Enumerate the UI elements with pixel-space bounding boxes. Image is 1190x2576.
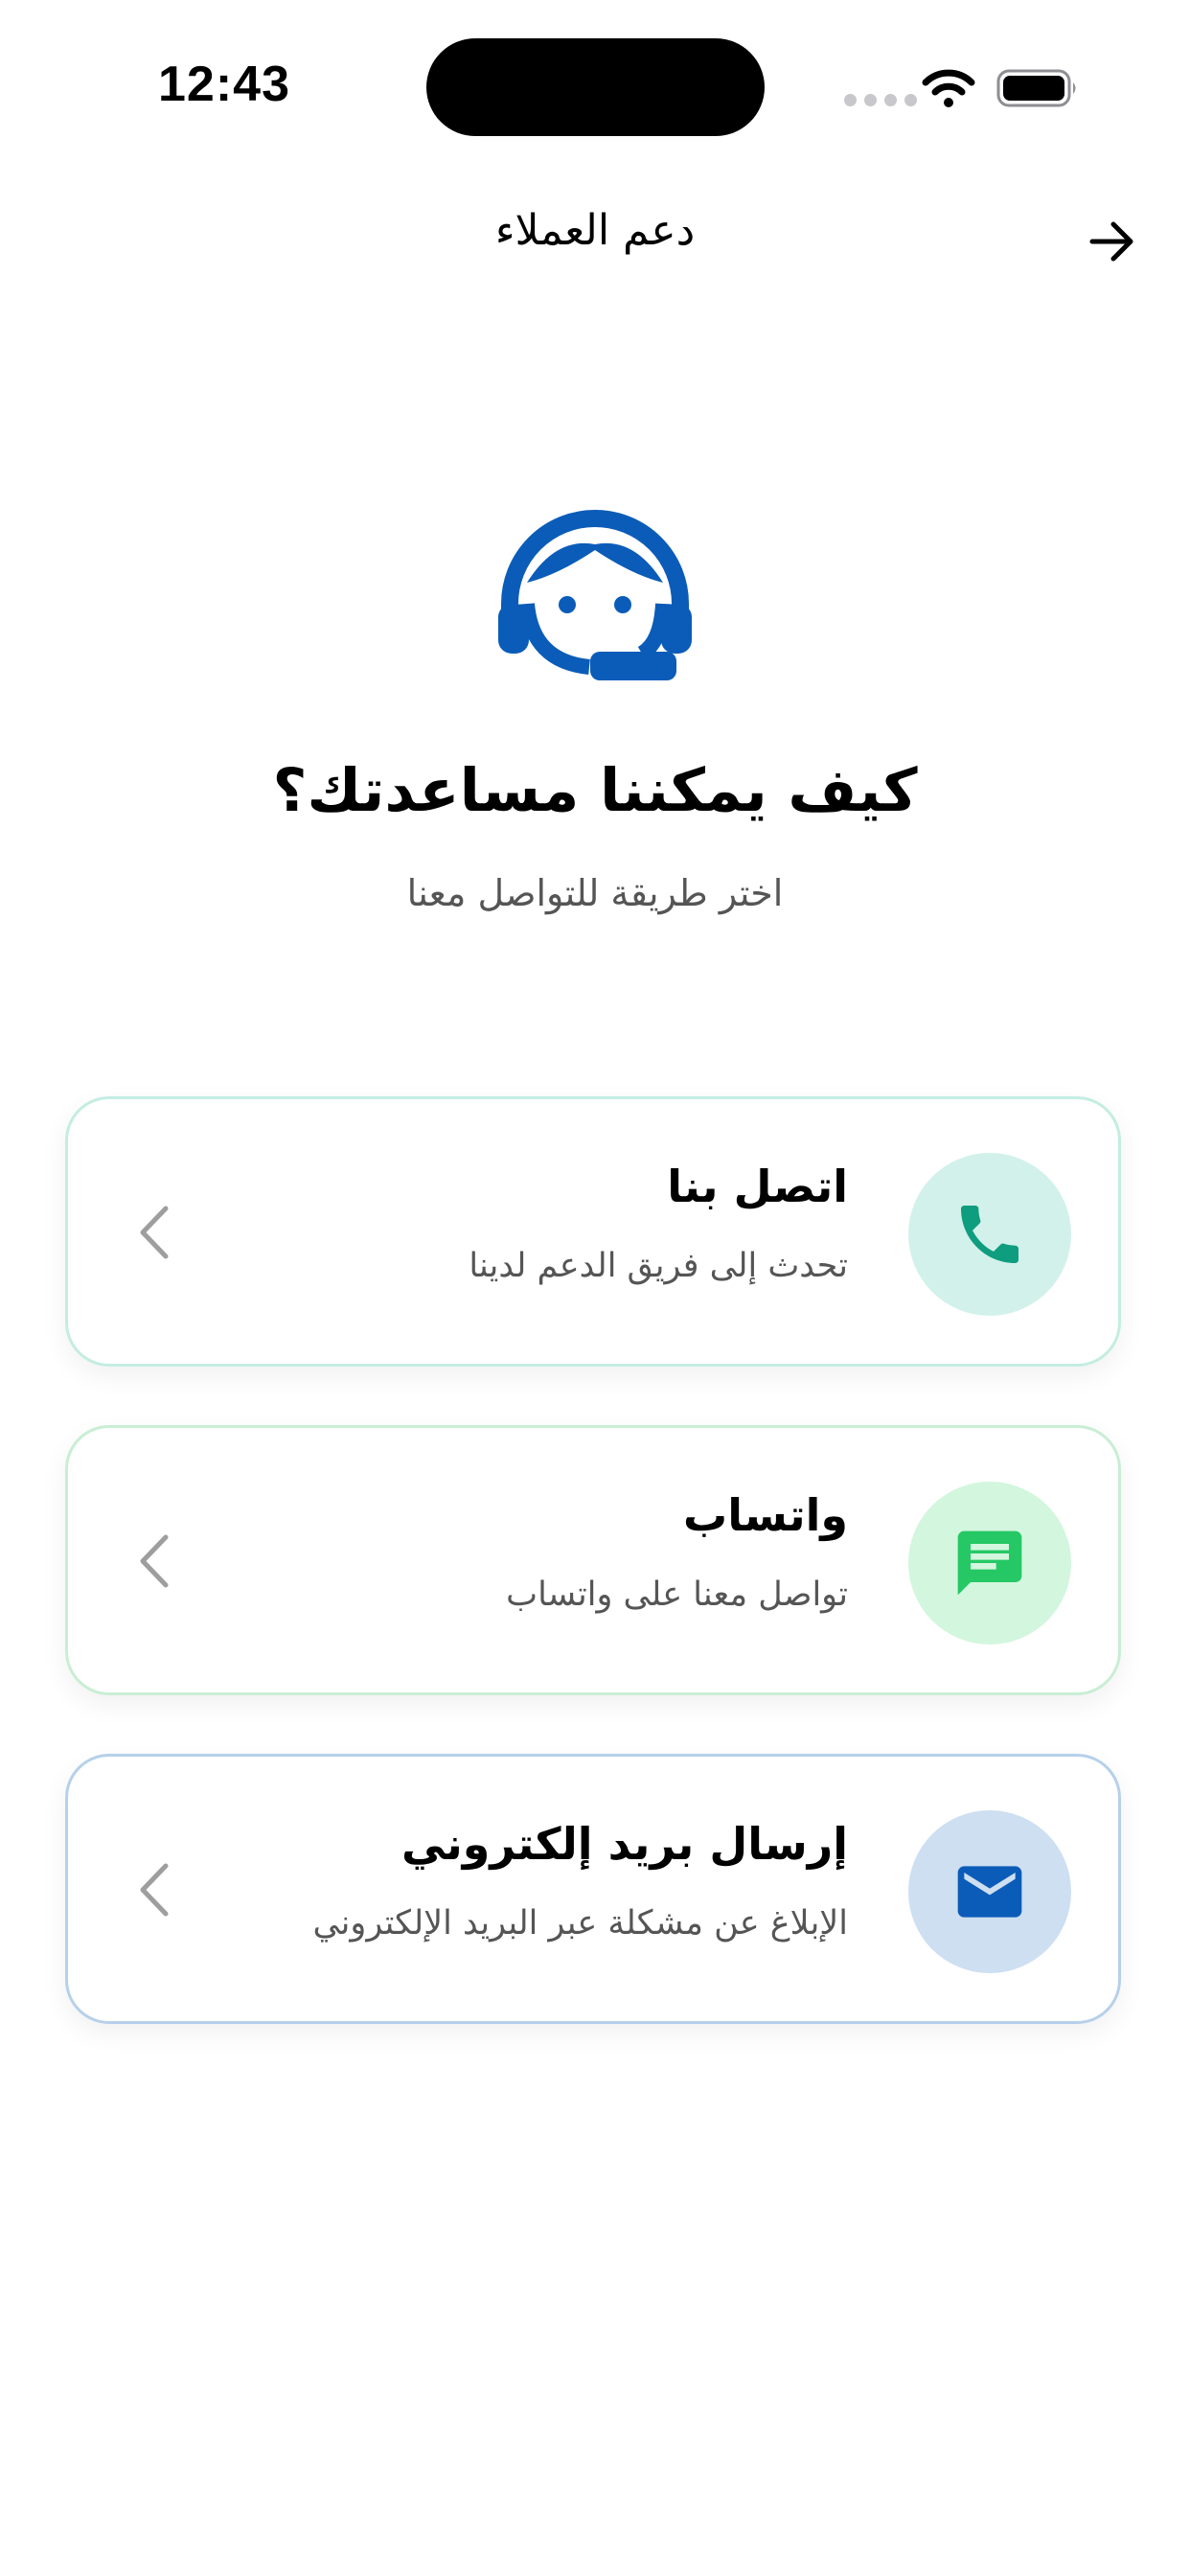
back-button[interactable] <box>1083 213 1140 270</box>
card-description: الإبلاغ عن مشكلة عبر البريد الإلكتروني <box>312 1904 849 1943</box>
hero-title: كيف يمكننا مساعدتك؟ <box>272 755 918 825</box>
card-title: واتساب <box>683 1489 848 1541</box>
chevron-left-icon <box>140 1206 169 1259</box>
call-us-card[interactable]: اتصل بنا تحدث إلى فريق الدعم لدينا <box>65 1096 1121 1367</box>
mail-icon <box>957 1866 1022 1918</box>
phone-icon <box>961 1206 1018 1263</box>
whatsapp-icon-circle <box>908 1482 1071 1644</box>
cellular-signal-icon <box>844 94 917 106</box>
call-icon-circle <box>908 1153 1071 1316</box>
card-description: تواصل معنا على واتساب <box>506 1576 848 1614</box>
support-agent-icon <box>498 510 692 680</box>
arrow-right-icon <box>1089 221 1133 262</box>
email-icon-circle <box>908 1810 1071 1973</box>
chevron-left-icon <box>140 1534 169 1588</box>
page-title: دعم العملاء <box>494 206 696 255</box>
card-title: اتصل بنا <box>667 1161 848 1212</box>
email-card[interactable]: إرسال بريد إلكتروني الإبلاغ عن مشكلة عبر… <box>65 1754 1121 2024</box>
battery-icon <box>996 69 1076 107</box>
whatsapp-card[interactable]: واتساب تواصل معنا على واتساب <box>65 1425 1121 1695</box>
card-title: إرسال بريد إلكتروني <box>400 1818 848 1870</box>
status-time: 12:43 <box>158 57 290 112</box>
wifi-icon <box>922 69 975 107</box>
chevron-left-icon <box>140 1863 169 1917</box>
card-description: تحدث إلى فريق الدعم لدينا <box>469 1247 848 1285</box>
dynamic-island <box>426 38 765 136</box>
chat-icon <box>957 1530 1022 1596</box>
hero-subtitle: اختر طريقة للتواصل معنا <box>406 872 784 914</box>
